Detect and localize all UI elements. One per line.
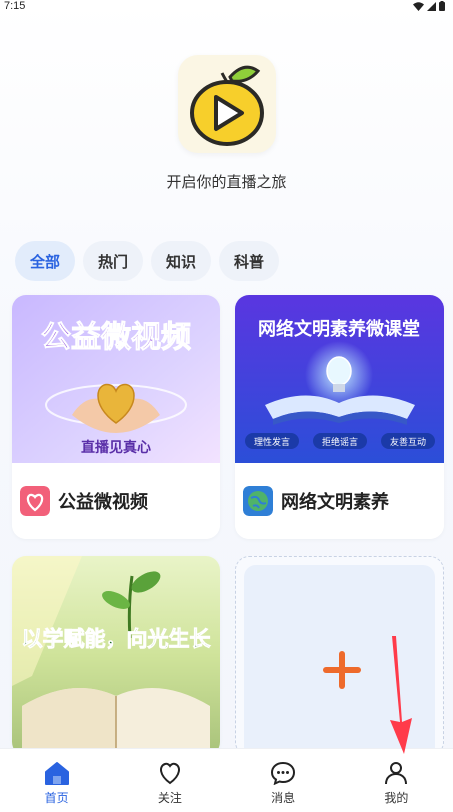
app-logo [178, 55, 276, 153]
card-network-civility[interactable]: 网络文明素养微课堂 理性发言 拒绝谣言 友善互动 网络文明素养 [235, 295, 444, 539]
status-icons [413, 1, 445, 11]
card-banner-learning: 以学赋能，向光生长 [12, 556, 220, 756]
nav-label: 首页 [44, 791, 69, 805]
banner-subtitle: 直播见真心 [81, 439, 151, 456]
tab-knowledge[interactable]: 知识 [151, 241, 212, 281]
card-learning[interactable]: 以学赋能，向光生长 [12, 556, 220, 756]
card-banner-public-welfare: 公益微视频 直播见真心 [12, 295, 220, 468]
category-tabs: 全部 热门 知识 科普 [15, 241, 280, 281]
banner-tag: 拒绝谣言 [322, 436, 358, 448]
wifi-icon [413, 1, 424, 11]
card-public-welfare[interactable]: 公益微视频 直播见真心 公益微视频 [12, 295, 220, 539]
tab-science[interactable]: 科普 [219, 241, 280, 281]
nav-label: 我的 [384, 791, 409, 805]
nav-follow[interactable]: 关注 [113, 749, 226, 812]
banner-tag: 友善互动 [390, 436, 426, 448]
card-footer: 网络文明素养 [235, 463, 444, 539]
add-card[interactable] [235, 556, 444, 756]
card-title: 网络文明素养 [281, 492, 389, 513]
lemon-play-icon [190, 65, 264, 146]
tab-all[interactable]: 全部 [15, 241, 76, 281]
card-footer: 公益微视频 [12, 463, 220, 539]
tab-hot[interactable]: 热门 [83, 241, 144, 281]
heart-outline-icon [159, 762, 180, 785]
signal-icon [427, 1, 436, 11]
card-title: 公益微视频 [58, 492, 148, 513]
nav-label: 消息 [271, 791, 296, 805]
battery-icon [439, 1, 445, 11]
banner-title: 网络文明素养微课堂 [258, 318, 420, 340]
status-bar: 7:15 [0, 0, 453, 16]
add-card-inner [244, 565, 435, 755]
nav-messages[interactable]: 消息 [227, 749, 340, 812]
nav-label: 关注 [157, 791, 182, 805]
heart-icon [20, 486, 50, 516]
card-banner-network-civility: 网络文明素养微课堂 理性发言 拒绝谣言 友善互动 [235, 295, 444, 468]
slogan: 开启你的直播之旅 [166, 173, 287, 191]
home-icon [44, 762, 69, 785]
banner-title: 以学赋能，向光生长 [22, 627, 212, 651]
plus-icon [323, 651, 361, 689]
message-icon [271, 761, 296, 785]
banner-tag: 理性发言 [254, 436, 290, 448]
person-icon [385, 762, 408, 785]
nav-profile[interactable]: 我的 [340, 749, 453, 812]
bottom-nav: 首页 关注 消息 我的 [0, 748, 453, 812]
nav-home[interactable]: 首页 [0, 749, 113, 812]
status-time: 7:15 [4, 0, 26, 12]
banner-title: 公益微视频 [41, 320, 191, 355]
globe-icon [243, 486, 273, 516]
